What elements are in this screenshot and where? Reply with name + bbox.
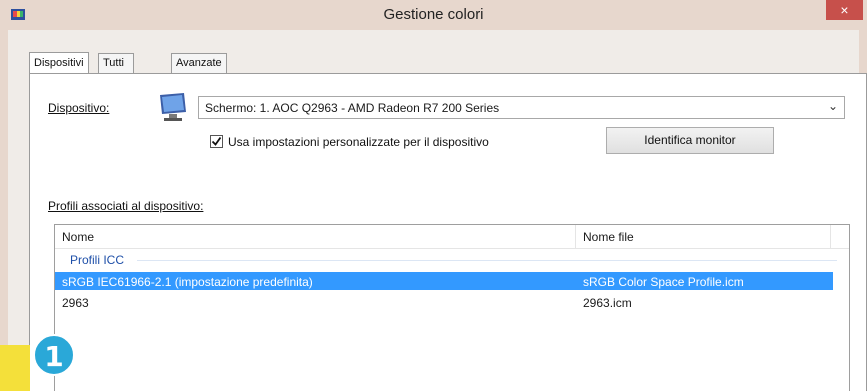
profile-name: 2963 <box>62 296 89 310</box>
profile-file: 2963.icm <box>583 296 632 310</box>
custom-settings-label[interactable]: Usa impostazioni personalizzate per il d… <box>228 135 489 149</box>
monitor-icon <box>160 93 186 121</box>
profile-file: sRGB Color Space Profile.icm <box>583 275 744 289</box>
identify-monitor-button[interactable]: Identifica monitor <box>606 127 774 154</box>
checkmark-icon <box>211 136 222 146</box>
step-marker: 1 <box>33 334 75 376</box>
chevron-down-icon: ⌄ <box>827 99 838 113</box>
device-select-value: Schermo: 1. AOC Q2963 - AMD Radeon R7 20… <box>205 101 500 115</box>
title-bar[interactable]: Gestione colori × <box>0 0 867 30</box>
custom-settings-checkbox[interactable] <box>210 135 223 148</box>
group-header-icc: Profili ICC <box>55 250 849 270</box>
close-button[interactable]: × <box>826 0 863 20</box>
column-header-name-label: Nome <box>62 230 95 244</box>
step-number: 1 <box>44 340 64 373</box>
table-row[interactable]: 2963 2963.icm <box>55 293 833 311</box>
list-header: Nome Nome file <box>55 225 849 249</box>
group-divider <box>137 260 837 261</box>
color-management-window: Gestione colori × Dispositivi Tutti i pr… <box>0 0 867 391</box>
device-label: Dispositivo: <box>48 101 110 115</box>
profile-name: sRGB IEC61966-2.1 (impostazione predefin… <box>62 275 313 289</box>
associated-profiles-label: Profili associati al dispositivo: <box>48 199 204 213</box>
window-title: Gestione colori <box>383 6 484 23</box>
column-header-name[interactable]: Nome <box>55 225 576 249</box>
table-row[interactable]: sRGB IEC61966-2.1 (impostazione predefin… <box>55 272 833 290</box>
tab-tutti-i-profili[interactable]: Tutti i profili <box>98 53 135 105</box>
highlight-bar <box>0 345 30 391</box>
close-icon: × <box>840 2 849 18</box>
group-label: Profili ICC <box>70 253 125 267</box>
device-select[interactable]: Schermo: 1. AOC Q2963 - AMD Radeon R7 20… <box>198 96 845 119</box>
profiles-list[interactable]: Nome Nome file Profili ICC sRGB IEC61966… <box>54 224 850 391</box>
tab-avanzate[interactable]: Avanzate <box>171 53 227 73</box>
column-header-filename-label: Nome file <box>583 230 634 244</box>
tab-dispositivi[interactable]: Dispositivi <box>29 52 89 73</box>
column-header-filename[interactable]: Nome file <box>576 225 831 249</box>
